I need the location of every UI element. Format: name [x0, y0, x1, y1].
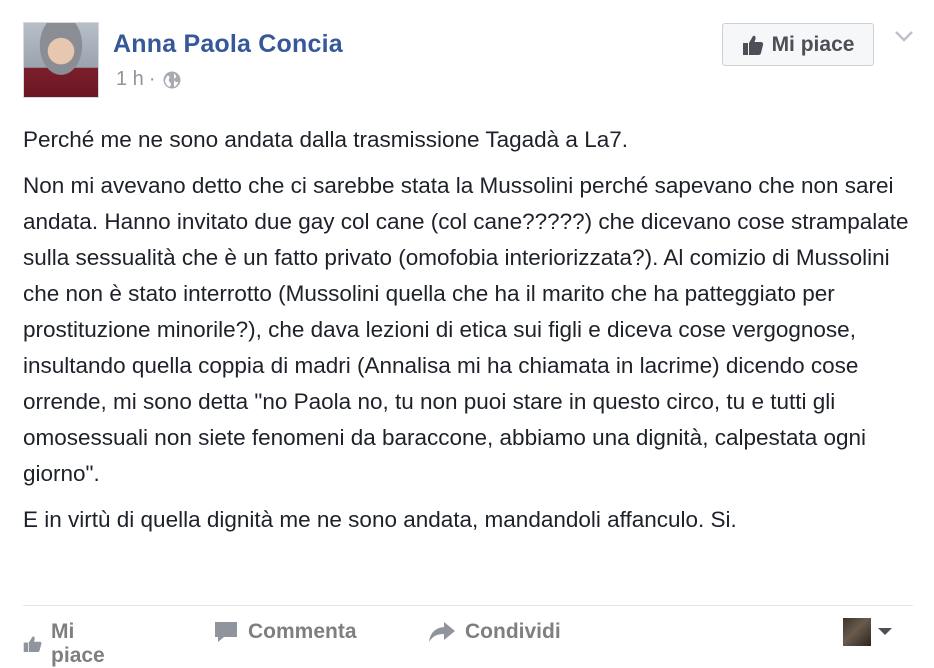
- page-like-button[interactable]: Mi piace: [722, 23, 874, 66]
- comment-icon: [215, 622, 237, 642]
- page-like-label: Mi piace: [771, 32, 855, 56]
- post-paragraph: Non mi avevano detto che ci sarebbe stat…: [23, 173, 909, 486]
- like-button[interactable]: Mi piace: [23, 620, 112, 668]
- meta-separator: ·: [148, 68, 156, 90]
- chevron-down-icon[interactable]: [893, 28, 915, 44]
- author-name[interactable]: Anna Paola Concia: [113, 30, 343, 59]
- post-body: Perché me ne sono andata dalla trasmissi…: [23, 122, 918, 548]
- comment-button[interactable]: Commenta: [213, 620, 357, 644]
- post-paragraph: Perché me ne sono andata dalla trasmissi…: [23, 127, 628, 152]
- post-paragraph: E in virtù di quella dignità me ne sono …: [23, 507, 737, 532]
- share-label: Condividi: [465, 620, 561, 643]
- share-button[interactable]: Condividi: [428, 620, 561, 644]
- post-meta: 1 h ·: [116, 68, 182, 91]
- share-icon: [429, 622, 455, 642]
- caret-down-icon: [878, 628, 892, 635]
- like-label: Mi piace: [51, 620, 105, 667]
- thumbs-up-icon: [23, 636, 42, 653]
- actions-divider: [23, 605, 913, 606]
- globe-icon: [163, 71, 181, 88]
- viewer-selector[interactable]: [843, 618, 893, 646]
- comment-label: Commenta: [248, 620, 357, 643]
- post-time[interactable]: 1 h: [116, 68, 144, 91]
- viewer-avatar: [843, 618, 871, 646]
- author-avatar[interactable]: [23, 22, 99, 98]
- thumbs-up-icon: [742, 35, 763, 55]
